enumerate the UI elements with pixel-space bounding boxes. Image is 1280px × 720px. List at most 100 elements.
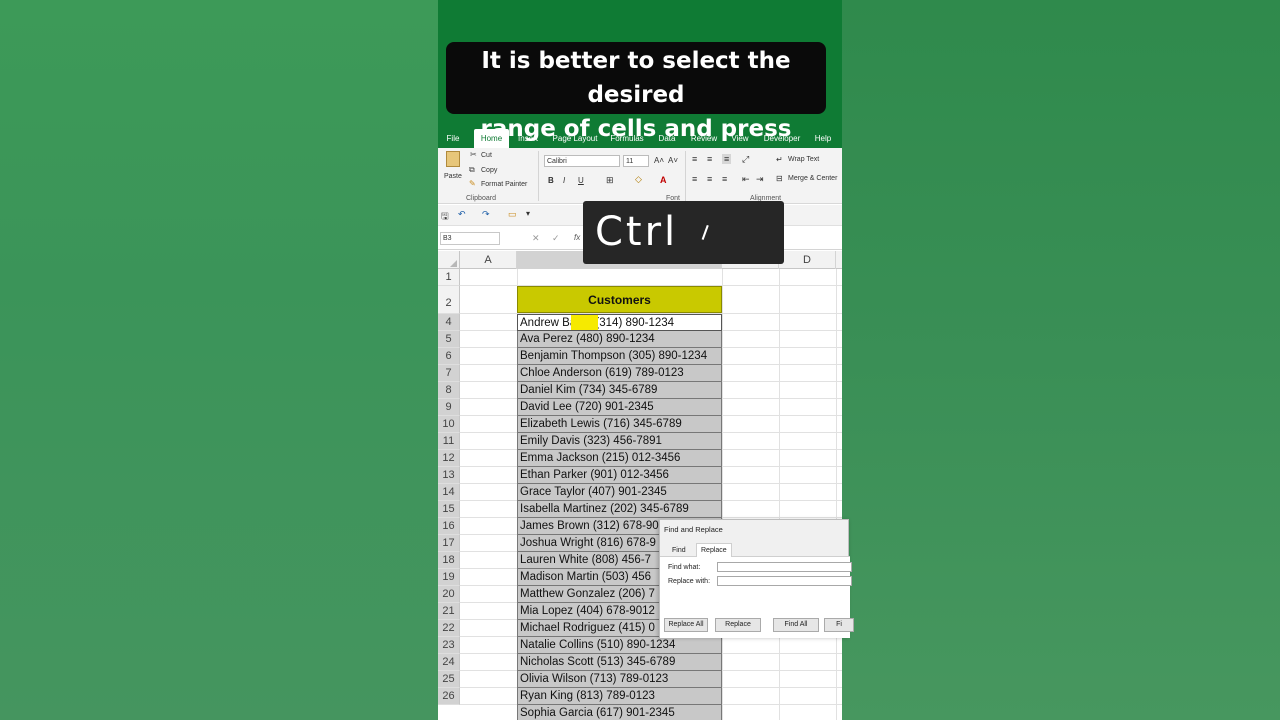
row-header[interactable]: 24 — [438, 654, 460, 671]
font-color-icon[interactable]: A — [660, 175, 667, 185]
undo-icon[interactable]: ↶ — [458, 209, 466, 220]
borders-icon[interactable]: ⊞ — [606, 175, 614, 186]
customer-cell[interactable]: Emma Jackson (215) 012-3456 — [517, 450, 722, 467]
row-header[interactable]: 4 — [438, 314, 460, 331]
find-what-input[interactable] — [717, 562, 852, 572]
align-right-icon[interactable]: ≡ — [722, 174, 727, 184]
customer-cell[interactable]: Ryan King (813) 789-0123 — [517, 688, 722, 705]
folder-icon[interactable]: ▭ — [508, 209, 517, 220]
paste-button[interactable]: Paste — [444, 173, 462, 180]
row-header[interactable]: 1 — [438, 269, 460, 286]
italic-button[interactable]: I — [563, 176, 565, 185]
fill-color-icon[interactable]: ◇ — [635, 174, 642, 185]
insert-function-button[interactable]: fx — [574, 233, 580, 242]
select-all-button[interactable] — [438, 251, 460, 269]
replace-button[interactable]: Replace — [715, 618, 761, 632]
merge-center-icon[interactable]: ⊟ — [776, 174, 783, 183]
copy-icon[interactable]: ⧉ — [469, 165, 475, 175]
cancel-icon[interactable]: ✕ — [532, 233, 540, 244]
wrap-text-icon[interactable]: ↵ — [776, 155, 783, 164]
row-header[interactable]: 20 — [438, 586, 460, 603]
shrink-font-icon[interactable]: A˅ — [668, 156, 678, 165]
customer-cell[interactable]: Nicholas Scott (513) 345-6789 — [517, 654, 722, 671]
row-header[interactable]: 26 — [438, 688, 460, 705]
find-next-button[interactable]: Fi — [824, 618, 854, 632]
tab-help[interactable]: Help — [812, 129, 834, 148]
customer-cell[interactable]: Elizabeth Lewis (716) 345-6789 — [517, 416, 722, 433]
tab-insert[interactable]: Insert — [515, 129, 541, 148]
customer-cell[interactable]: Daniel Kim (734) 345-6789 — [517, 382, 722, 399]
enter-icon[interactable]: ✓ — [552, 233, 560, 244]
customer-cell[interactable]: Ethan Parker (901) 012-3456 — [517, 467, 722, 484]
align-middle-icon[interactable]: ≡ — [707, 154, 712, 164]
row-header[interactable]: 22 — [438, 620, 460, 637]
align-top-icon[interactable]: ≡ — [692, 154, 697, 164]
redo-icon[interactable]: ↷ — [482, 209, 490, 220]
row-header[interactable]: 13 — [438, 467, 460, 484]
row-header[interactable]: 12 — [438, 450, 460, 467]
row-header[interactable]: 23 — [438, 637, 460, 654]
customer-cell[interactable]: Natalie Collins (510) 890-1234 — [517, 637, 722, 654]
active-cell[interactable]: Andrew Baker (314) 890-1234 — [517, 314, 722, 331]
dialog-tab-replace[interactable]: Replace — [696, 543, 732, 557]
tab-page-layout[interactable]: Page Layout — [550, 129, 600, 148]
merge-center-button[interactable]: Merge & Center — [788, 175, 837, 182]
font-size-select[interactable]: 11 — [623, 155, 649, 167]
row-header[interactable]: 10 — [438, 416, 460, 433]
scissors-icon[interactable]: ✂ — [470, 150, 477, 159]
customer-cell[interactable]: Isabella Martinez (202) 345-6789 — [517, 501, 722, 518]
row-header[interactable]: 21 — [438, 603, 460, 620]
underline-button[interactable]: U — [578, 176, 584, 185]
replace-with-input[interactable] — [717, 576, 852, 586]
customer-cell[interactable]: Olivia Wilson (713) 789-0123 — [517, 671, 722, 688]
find-all-button[interactable]: Find All — [773, 618, 819, 632]
tab-review[interactable]: Review — [688, 129, 720, 148]
row-header[interactable]: 5 — [438, 331, 460, 348]
row-header[interactable]: 9 — [438, 399, 460, 416]
decrease-indent-icon[interactable]: ⇤ — [742, 174, 750, 185]
worksheet-grid[interactable]: 1234567891011121314151617181920212223242… — [438, 269, 842, 720]
row-header[interactable]: 19 — [438, 569, 460, 586]
customer-cell[interactable]: Emily Davis (323) 456-7891 — [517, 433, 722, 450]
cut-button[interactable]: Cut — [481, 152, 492, 159]
row-header[interactable]: 6 — [438, 348, 460, 365]
copy-button[interactable]: Copy — [481, 167, 497, 174]
tab-formulas[interactable]: Formulas — [608, 129, 646, 148]
row-header[interactable]: 2 — [438, 286, 460, 314]
save-icon[interactable]: 🖫 — [441, 209, 449, 225]
customer-cell[interactable]: David Lee (720) 901-2345 — [517, 399, 722, 416]
row-header[interactable]: 16 — [438, 518, 460, 535]
bold-button[interactable]: B — [548, 176, 554, 185]
paste-icon[interactable] — [446, 151, 460, 167]
tab-view[interactable]: View — [728, 129, 752, 148]
format-painter-button[interactable]: Format Painter — [481, 181, 527, 188]
row-header[interactable]: 15 — [438, 501, 460, 518]
customer-cell[interactable]: Benjamin Thompson (305) 890-1234 — [517, 348, 722, 365]
align-left-icon[interactable]: ≡ — [692, 174, 697, 184]
tab-developer[interactable]: Developer — [761, 129, 803, 148]
tab-home[interactable]: Home — [474, 129, 509, 148]
row-header[interactable]: 14 — [438, 484, 460, 501]
wrap-text-button[interactable]: Wrap Text — [788, 156, 819, 163]
column-header-a[interactable]: A — [460, 251, 517, 269]
customer-cell[interactable]: Ava Perez (480) 890-1234 — [517, 331, 722, 348]
row-header[interactable]: 25 — [438, 671, 460, 688]
row-header[interactable]: 8 — [438, 382, 460, 399]
row-header[interactable]: 7 — [438, 365, 460, 382]
replace-all-button[interactable]: Replace All — [664, 618, 708, 632]
customer-cell[interactable]: Chloe Anderson (619) 789-0123 — [517, 365, 722, 382]
increase-indent-icon[interactable]: ⇥ — [756, 174, 764, 185]
customize-qat-icon[interactable]: ▾ — [526, 209, 530, 218]
name-box[interactable]: B3 — [440, 232, 500, 245]
align-center-icon[interactable]: ≡ — [707, 174, 712, 184]
column-header-d[interactable]: D — [779, 251, 836, 269]
row-header[interactable]: 11 — [438, 433, 460, 450]
row-header[interactable]: 17 — [438, 535, 460, 552]
orientation-icon[interactable]: ⤢ — [742, 154, 749, 165]
customers-header-cell[interactable]: Customers — [517, 286, 722, 313]
align-bottom-icon[interactable]: ≡ — [722, 154, 732, 164]
font-name-select[interactable]: Calibri — [544, 155, 620, 167]
row-header[interactable]: 18 — [438, 552, 460, 569]
format-painter-icon[interactable]: ✎ — [469, 179, 476, 188]
customer-cell[interactable]: Grace Taylor (407) 901-2345 — [517, 484, 722, 501]
